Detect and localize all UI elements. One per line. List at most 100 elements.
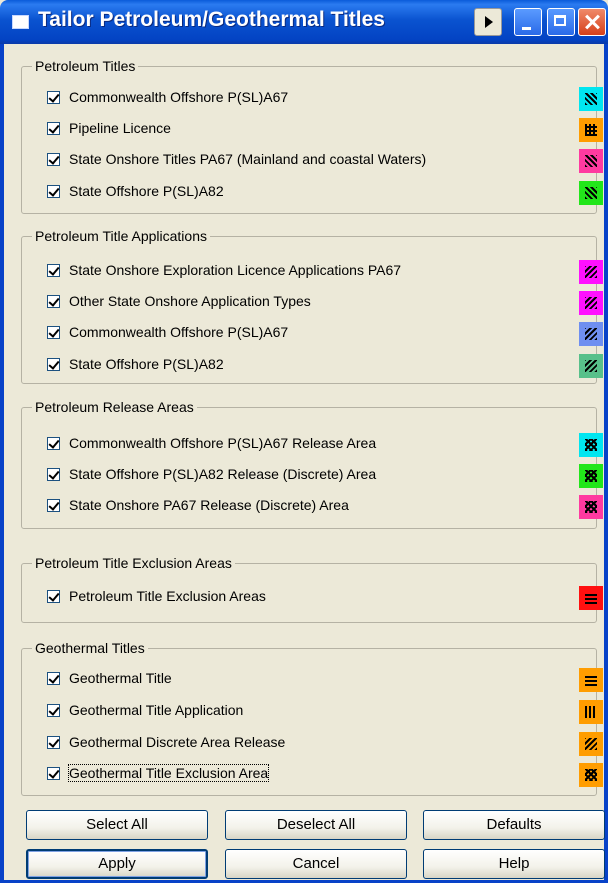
checkbox-label[interactable]: Commonwealth Offshore P(SL)A67 xyxy=(69,324,288,340)
list-item[interactable]: Other State Onshore Application Types xyxy=(47,291,603,315)
group-title: Geothermal Titles xyxy=(32,639,148,657)
color-swatch[interactable] xyxy=(579,732,603,756)
color-swatch[interactable] xyxy=(579,118,603,142)
close-icon[interactable] xyxy=(578,8,606,36)
select-all-button[interactable]: Select All xyxy=(26,810,208,840)
checkbox-label[interactable]: Geothermal Discrete Area Release xyxy=(69,734,285,750)
hatch-pattern-icon xyxy=(585,738,597,750)
window-frame-right xyxy=(604,44,608,883)
hatch-pattern-icon xyxy=(585,674,597,686)
window-icon xyxy=(12,15,29,29)
list-item[interactable]: State Onshore Exploration Licence Applic… xyxy=(47,260,603,284)
color-swatch[interactable] xyxy=(579,87,603,111)
checkbox[interactable] xyxy=(47,326,60,339)
checkbox-label[interactable]: Commonwealth Offshore P(SL)A67 xyxy=(69,89,288,105)
color-swatch[interactable] xyxy=(579,260,603,284)
hatch-pattern-icon xyxy=(585,706,597,718)
list-item[interactable]: Geothermal Title xyxy=(47,668,603,692)
hatch-pattern-icon xyxy=(585,501,597,513)
color-swatch[interactable] xyxy=(579,668,603,692)
list-item[interactable]: Geothermal Title Application xyxy=(47,700,603,724)
hatch-pattern-icon xyxy=(585,470,597,482)
checkbox[interactable] xyxy=(47,590,60,603)
color-swatch[interactable] xyxy=(579,291,603,315)
arrow-right-icon[interactable] xyxy=(474,8,502,36)
checkbox-label[interactable]: Geothermal Title xyxy=(69,670,172,686)
checkbox-label[interactable]: Petroleum Title Exclusion Areas xyxy=(69,588,266,604)
color-swatch[interactable] xyxy=(579,700,603,724)
checkbox-label[interactable]: State Offshore P(SL)A82 xyxy=(69,183,224,199)
help-button[interactable]: Help xyxy=(423,849,605,879)
defaults-button[interactable]: Defaults xyxy=(423,810,605,840)
cancel-button[interactable]: Cancel xyxy=(225,849,407,879)
list-item[interactable]: Commonwealth Offshore P(SL)A67 xyxy=(47,87,603,111)
checkbox[interactable] xyxy=(47,358,60,371)
list-item[interactable]: Geothermal Discrete Area Release xyxy=(47,732,603,756)
title-bar[interactable]: Tailor Petroleum/Geothermal Titles xyxy=(0,0,608,44)
group-petroleum-title-exclusion-areas: Petroleum Title Exclusion Areas Petroleu… xyxy=(21,554,603,623)
window-frame-left xyxy=(0,44,4,883)
hatch-pattern-icon xyxy=(585,187,597,199)
apply-button[interactable]: Apply xyxy=(26,849,208,879)
list-item[interactable]: Commonwealth Offshore P(SL)A67 Release A… xyxy=(47,433,603,457)
hatch-pattern-icon xyxy=(585,124,597,136)
checkbox[interactable] xyxy=(47,122,60,135)
color-swatch[interactable] xyxy=(579,763,603,787)
group-petroleum-titles: Petroleum Titles Commonwealth Offshore P… xyxy=(21,57,603,214)
group-title: Petroleum Title Exclusion Areas xyxy=(32,554,235,572)
minimize-icon[interactable] xyxy=(514,8,542,36)
checkbox[interactable] xyxy=(47,437,60,450)
checkbox[interactable] xyxy=(47,153,60,166)
checkbox[interactable] xyxy=(47,767,60,780)
list-item[interactable]: State Onshore Titles PA67 (Mainland and … xyxy=(47,149,603,173)
checkbox[interactable] xyxy=(47,468,60,481)
checkbox[interactable] xyxy=(47,704,60,717)
checkbox[interactable] xyxy=(47,736,60,749)
list-item[interactable]: Petroleum Title Exclusion Areas xyxy=(47,586,603,610)
color-swatch[interactable] xyxy=(579,181,603,205)
checkbox[interactable] xyxy=(47,185,60,198)
color-swatch[interactable] xyxy=(579,149,603,173)
hatch-pattern-icon xyxy=(585,769,597,781)
list-item[interactable]: Commonwealth Offshore P(SL)A67 xyxy=(47,322,603,346)
checkbox-label[interactable]: State Onshore PA67 Release (Discrete) Ar… xyxy=(69,497,349,513)
checkbox-label[interactable]: State Onshore Exploration Licence Applic… xyxy=(69,262,401,278)
checkbox[interactable] xyxy=(47,295,60,308)
hatch-pattern-icon xyxy=(585,360,597,372)
group-petroleum-release-areas: Petroleum Release Areas Commonwealth Off… xyxy=(21,398,603,529)
color-swatch[interactable] xyxy=(579,586,603,610)
group-title: Petroleum Release Areas xyxy=(32,398,197,416)
hatch-pattern-icon xyxy=(585,592,597,604)
maximize-icon[interactable] xyxy=(547,8,575,36)
list-item[interactable]: State Offshore P(SL)A82 xyxy=(47,181,603,205)
hatch-pattern-icon xyxy=(585,328,597,340)
window-title: Tailor Petroleum/Geothermal Titles xyxy=(38,8,385,31)
list-item[interactable]: State Offshore P(SL)A82 xyxy=(47,354,603,378)
checkbox-label[interactable]: Pipeline Licence xyxy=(69,120,171,136)
list-item[interactable]: Pipeline Licence xyxy=(47,118,603,142)
hatch-pattern-icon xyxy=(585,93,597,105)
color-swatch[interactable] xyxy=(579,433,603,457)
color-swatch[interactable] xyxy=(579,354,603,378)
color-swatch[interactable] xyxy=(579,495,603,519)
list-item[interactable]: State Onshore PA67 Release (Discrete) Ar… xyxy=(47,495,603,519)
checkbox-label[interactable]: Geothermal Title Application xyxy=(69,702,243,718)
checkbox-label[interactable]: State Onshore Titles PA67 (Mainland and … xyxy=(69,151,426,167)
checkbox-label[interactable]: Commonwealth Offshore P(SL)A67 Release A… xyxy=(69,435,376,451)
hatch-pattern-icon xyxy=(585,155,597,167)
color-swatch[interactable] xyxy=(579,464,603,488)
checkbox-label[interactable]: Other State Onshore Application Types xyxy=(69,293,311,309)
checkbox[interactable] xyxy=(47,91,60,104)
checkbox[interactable] xyxy=(47,499,60,512)
list-item[interactable]: Geothermal Title Exclusion Area xyxy=(47,763,603,787)
hatch-pattern-icon xyxy=(585,297,597,309)
list-item[interactable]: State Offshore P(SL)A82 Release (Discret… xyxy=(47,464,603,488)
checkbox-label[interactable]: Geothermal Title Exclusion Area xyxy=(67,764,270,782)
checkbox-label[interactable]: State Offshore P(SL)A82 xyxy=(69,356,224,372)
color-swatch[interactable] xyxy=(579,322,603,346)
checkbox[interactable] xyxy=(47,672,60,685)
group-geothermal-titles: Geothermal Titles Geothermal Title Geoth… xyxy=(21,639,603,796)
checkbox[interactable] xyxy=(47,264,60,277)
checkbox-label[interactable]: State Offshore P(SL)A82 Release (Discret… xyxy=(69,466,376,482)
deselect-all-button[interactable]: Deselect All xyxy=(225,810,407,840)
